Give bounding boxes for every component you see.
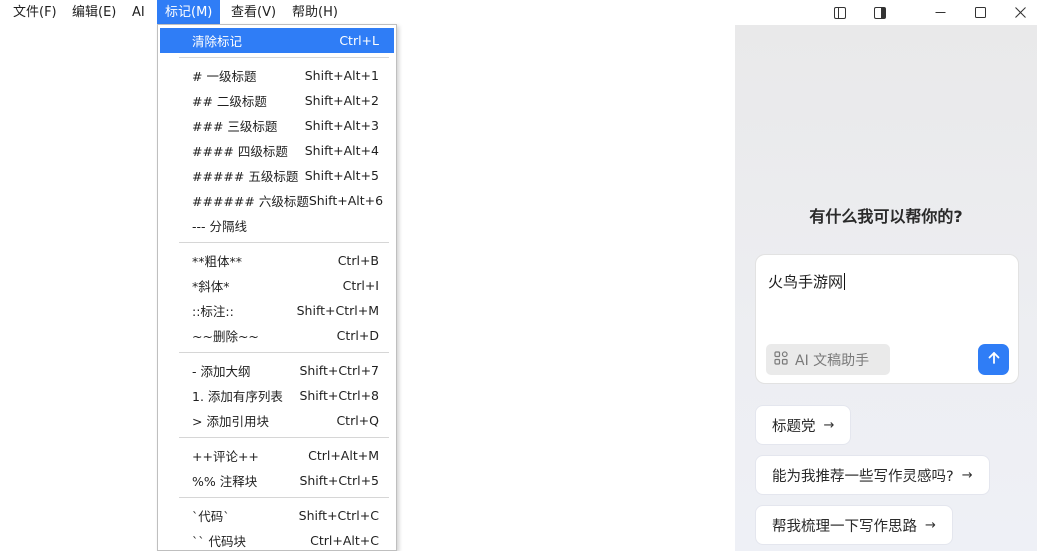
send-button[interactable] (978, 344, 1009, 375)
ai-panel-title: 有什么我可以帮你的? (809, 207, 963, 226)
menu-option-shortcut: Ctrl+L (339, 33, 379, 48)
menu-bar: 文件(F) 编辑(E) AI 标记(M) 查看(V) 帮助(H) (0, 0, 1037, 25)
suggestion-label: 能为我推荐一些写作灵感吗? (772, 468, 954, 485)
ai-assistant-label: AI 文稿助手 (795, 352, 870, 369)
menu-option-label: ###### 六级标题 (192, 194, 309, 209)
menu-mark[interactable]: 标记(M) (157, 0, 221, 25)
menu-option-label: ++评论++ (192, 449, 259, 464)
ai-input-card[interactable]: 火鸟手游网 AI 文稿助手 (755, 254, 1019, 384)
menu-ai[interactable]: AI (124, 0, 153, 25)
menu-option-shortcut: Ctrl+Q (336, 413, 379, 428)
menu-option-heading-1[interactable]: # 一级标题 Shift+Alt+1 (160, 63, 394, 88)
menu-separator (179, 497, 389, 498)
menu-option-annotation-block[interactable]: %% 注释块 Shift+Ctrl+5 (160, 468, 394, 493)
menu-option-shortcut: Shift+Alt+5 (304, 168, 379, 183)
arrow-right-icon: → (823, 417, 835, 433)
menu-option-shortcut: Shift+Alt+3 (304, 118, 379, 133)
menu-option-bold[interactable]: **粗体** Ctrl+B (160, 248, 394, 273)
menu-option-ordered-list[interactable]: 1. 添加有序列表 Shift+Ctrl+8 (160, 383, 394, 408)
menu-view[interactable]: 查看(V) (223, 0, 284, 25)
mark-dropdown-menu: 清除标记 Ctrl+L # 一级标题 Shift+Alt+1 ## 二级标题 S… (157, 24, 397, 551)
menu-option-label: > 添加引用块 (192, 414, 269, 429)
menu-option-shortcut: Shift+Ctrl+7 (299, 363, 379, 378)
ai-input-value: 火鸟手游网 (768, 273, 844, 291)
menu-help[interactable]: 帮助(H) (284, 0, 346, 25)
menu-option-shortcut: Shift+Alt+2 (304, 93, 379, 108)
close-icon[interactable] (1000, 0, 1037, 25)
menu-separator (179, 437, 389, 438)
menu-option-label: 清除标记 (192, 34, 243, 49)
menu-option-shortcut: Shift+Ctrl+5 (299, 473, 379, 488)
menu-separator (179, 242, 389, 243)
menu-option-blockquote[interactable]: > 添加引用块 Ctrl+Q (160, 408, 394, 433)
menu-option-comment[interactable]: ++评论++ Ctrl+Alt+M (160, 443, 394, 468)
menu-option-code-block[interactable]: `` 代码块 Ctrl+Alt+C (160, 528, 394, 550)
menu-option-inline-code[interactable]: `代码` Shift+Ctrl+C (160, 503, 394, 528)
text-caret (844, 273, 846, 290)
menu-option-label: ## 二级标题 (192, 94, 267, 109)
menu-option-shortcut: Shift+Alt+4 (304, 143, 379, 158)
arrow-right-icon: → (925, 517, 936, 533)
menu-option-strikethrough[interactable]: ~~删除~~ Ctrl+D (160, 323, 394, 348)
menu-option-shortcut: Ctrl+D (336, 328, 379, 343)
apps-icon (774, 350, 788, 369)
menu-option-heading-2[interactable]: ## 二级标题 Shift+Alt+2 (160, 88, 394, 113)
sidebar-right-icon[interactable] (860, 0, 900, 25)
suggestion-label: 帮我梳理一下写作思路 (772, 518, 917, 535)
menu-option-shortcut: Shift+Ctrl+M (296, 303, 379, 318)
menu-option-label: `代码` (192, 509, 230, 524)
menu-option-clear-marks[interactable]: 清除标记 Ctrl+L (160, 28, 394, 53)
menu-option-shortcut: Ctrl+B (337, 253, 379, 268)
suggestion-chip[interactable]: 帮我梳理一下写作思路 → (755, 505, 953, 545)
menu-option-heading-3[interactable]: ### 三级标题 Shift+Alt+3 (160, 113, 394, 138)
menu-option-shortcut: Shift+Ctrl+8 (299, 388, 379, 403)
menu-option-label: *斜体* (192, 279, 230, 294)
suggestion-label: 标题党 (772, 418, 816, 435)
menu-option-shortcut: Shift+Ctrl+C (298, 508, 379, 523)
menu-option-divider[interactable]: --- 分隔线 (160, 213, 394, 238)
suggestion-chip[interactable]: 标题党 → (755, 405, 852, 445)
menu-option-highlight[interactable]: ::标注:: Shift+Ctrl+M (160, 298, 394, 323)
ai-panel: 有什么我可以帮你的? 火鸟手游网 AI 文稿助手 标题党 → 能为我推荐一些写作… (735, 25, 1037, 551)
menu-option-shortcut: Ctrl+Alt+C (310, 533, 379, 548)
menu-option-shortcut: Ctrl+I (342, 278, 379, 293)
maximize-icon[interactable] (960, 0, 1000, 25)
menu-option-shortcut: Ctrl+Alt+M (308, 448, 379, 463)
menu-option-heading-6[interactable]: ###### 六级标题 Shift+Alt+6 (160, 188, 394, 213)
menu-option-shortcut: Shift+Alt+1 (304, 68, 379, 83)
menu-separator (179, 57, 389, 58)
menu-option-label: ### 三级标题 (192, 119, 278, 134)
minimize-icon[interactable] (920, 0, 960, 25)
suggestion-chip[interactable]: 能为我推荐一些写作灵感吗? → (755, 455, 990, 495)
menu-option-label: # 一级标题 (192, 69, 257, 84)
ai-input-field[interactable]: 火鸟手游网 (768, 271, 846, 292)
menu-edit[interactable]: 编辑(E) (64, 0, 124, 25)
menu-option-label: `` 代码块 (192, 534, 246, 549)
menu-option-label: --- 分隔线 (192, 219, 248, 234)
menu-option-outline[interactable]: - 添加大纲 Shift+Ctrl+7 (160, 358, 394, 383)
arrow-up-icon (987, 351, 1001, 369)
sidebar-left-icon[interactable] (820, 0, 860, 25)
menu-option-label: 1. 添加有序列表 (192, 389, 283, 404)
menu-option-label: - 添加大纲 (192, 364, 251, 379)
menu-file[interactable]: 文件(F) (5, 0, 65, 25)
menu-option-label: **粗体** (192, 254, 243, 269)
menu-option-label: ~~删除~~ (192, 329, 259, 344)
menu-option-heading-5[interactable]: ##### 五级标题 Shift+Alt+5 (160, 163, 394, 188)
menu-option-label: %% 注释块 (192, 474, 258, 489)
ai-assistant-button[interactable]: AI 文稿助手 (766, 344, 890, 375)
menu-separator (179, 352, 389, 353)
menu-option-label: ::标注:: (192, 304, 234, 319)
menu-option-shortcut: Shift+Alt+6 (308, 193, 384, 208)
menu-option-label: #### 四级标题 (192, 144, 288, 159)
arrow-right-icon: → (961, 467, 973, 483)
menu-option-label: ##### 五级标题 (192, 169, 299, 184)
menu-option-italic[interactable]: *斜体* Ctrl+I (160, 273, 394, 298)
menu-option-heading-4[interactable]: #### 四级标题 Shift+Alt+4 (160, 138, 394, 163)
